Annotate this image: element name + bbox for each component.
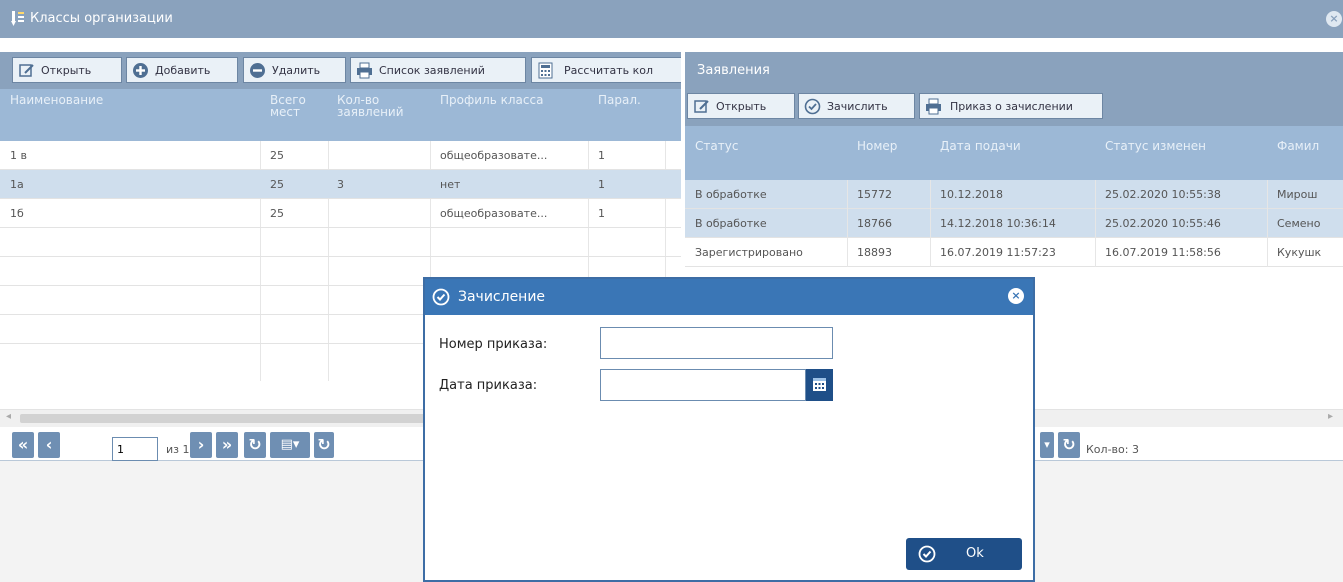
right-print-menu-icon[interactable]: ▾ [1040, 432, 1054, 458]
check-circle-icon [804, 98, 821, 115]
dialog-close-icon[interactable]: × [1008, 288, 1024, 304]
classes-grid-header: Наименование Всего мест Кол-во заявлений… [0, 89, 681, 141]
applications-panel-header: Заявления [685, 52, 1343, 89]
column-total-seats[interactable]: Всего мест [270, 94, 320, 118]
printer-icon [926, 98, 941, 115]
scroll-right-arrow-icon[interactable]: ▸ [1328, 411, 1333, 422]
delete-class-button[interactable]: Удалить [243, 57, 346, 83]
page-of-label: из 1 [166, 443, 190, 456]
open-application-button[interactable]: Открыть [687, 93, 795, 119]
calendar-icon[interactable] [806, 369, 833, 401]
column-status[interactable]: Статус [695, 140, 738, 152]
classes-toolbar: Открыть Добавить Удалить Список заявлени… [0, 52, 681, 89]
column-status-changed[interactable]: Статус изменен [1105, 140, 1206, 152]
plus-circle-icon [133, 63, 148, 78]
open-class-label: Открыть [41, 64, 92, 77]
applications-toolbar: Открыть Зачислить Приказ о зачислении [685, 89, 1343, 126]
order-date-input[interactable] [600, 369, 806, 401]
dialog-title: Зачисление [458, 289, 546, 305]
table-row[interactable]: В обработке 15772 10.12.2018 25.02.2020 … [685, 180, 1343, 209]
table-row-empty [0, 228, 681, 257]
minus-circle-icon [250, 63, 265, 78]
first-page-icon[interactable]: « [12, 432, 34, 458]
ok-label: Ok [966, 546, 984, 561]
column-name[interactable]: Наименование [10, 94, 250, 106]
delete-class-label: Удалить [272, 64, 321, 77]
column-surname[interactable]: Фамил [1277, 140, 1319, 152]
enrollment-order-label: Приказ о зачислении [950, 100, 1073, 113]
column-parallel[interactable]: Парал. [598, 94, 658, 106]
print-menu-icon[interactable]: ▤▾ [270, 432, 310, 458]
enrollment-dialog: Зачисление × Номер приказа: Дата приказа… [423, 277, 1035, 582]
add-class-button[interactable]: Добавить [126, 57, 238, 83]
enroll-label: Зачислить [827, 100, 888, 113]
table-row[interactable]: В обработке 18766 14.12.2018 10:36:14 25… [685, 209, 1343, 238]
calculator-icon [538, 62, 553, 79]
scrollbar-thumb[interactable] [20, 414, 440, 423]
enroll-button[interactable]: Зачислить [798, 93, 915, 119]
page-number-input[interactable] [112, 437, 158, 461]
reload-icon[interactable]: ↻ [314, 432, 334, 458]
table-row[interactable]: 1б 25 общеобразовате... 1 [0, 199, 681, 228]
window-title: Классы организации [30, 11, 173, 26]
applications-list-button[interactable]: Список заявлений [350, 57, 526, 83]
refresh-icon[interactable]: ↻ [244, 432, 266, 458]
applications-grid-header: Статус Номер Дата подачи Статус изменен … [685, 126, 1343, 180]
column-class-profile[interactable]: Профиль класса [440, 94, 580, 106]
dialog-header: Зачисление × [425, 279, 1033, 315]
scroll-left-arrow-icon[interactable]: ◂ [6, 411, 11, 422]
window-titlebar: Классы организации × [0, 0, 1343, 38]
next-page-icon[interactable]: › [190, 432, 212, 458]
edit-icon [694, 100, 709, 113]
right-refresh-icon[interactable]: ↻ [1058, 432, 1080, 458]
ok-button[interactable]: Ok [906, 538, 1022, 570]
order-date-label: Дата приказа: [439, 378, 538, 393]
check-circle-icon [918, 545, 936, 563]
prev-page-icon[interactable]: ‹ [38, 432, 60, 458]
table-row[interactable]: 1 в 25 общеобразовате... 1 [0, 141, 681, 170]
window-close-icon[interactable]: × [1326, 11, 1342, 27]
last-page-icon[interactable]: » [216, 432, 238, 458]
printer-icon [357, 62, 372, 79]
order-number-input[interactable] [600, 327, 833, 359]
table-row-selected[interactable]: 1а 25 3 нет 1 [0, 170, 681, 199]
column-number[interactable]: Номер [857, 140, 897, 152]
column-applications-count[interactable]: Кол-во заявлений [337, 94, 417, 118]
applications-list-label: Список заявлений [379, 64, 485, 77]
order-number-label: Номер приказа: [439, 337, 548, 352]
table-row[interactable]: Зарегистрировано 18893 16.07.2019 11:57:… [685, 238, 1343, 267]
open-application-label: Открыть [716, 100, 767, 113]
add-class-label: Добавить [155, 64, 211, 77]
calculate-label: Рассчитать кол [564, 64, 654, 77]
open-class-button[interactable]: Открыть [12, 57, 122, 83]
check-circle-icon [432, 288, 450, 306]
calculate-button[interactable]: Рассчитать кол [531, 57, 681, 83]
column-submit-date[interactable]: Дата подачи [940, 140, 1021, 152]
sort-icon [11, 11, 24, 26]
applications-panel-title: Заявления [697, 63, 770, 78]
edit-icon [19, 64, 34, 77]
applications-count: Кол-во: 3 [1086, 443, 1139, 456]
enrollment-order-button[interactable]: Приказ о зачислении [919, 93, 1103, 119]
